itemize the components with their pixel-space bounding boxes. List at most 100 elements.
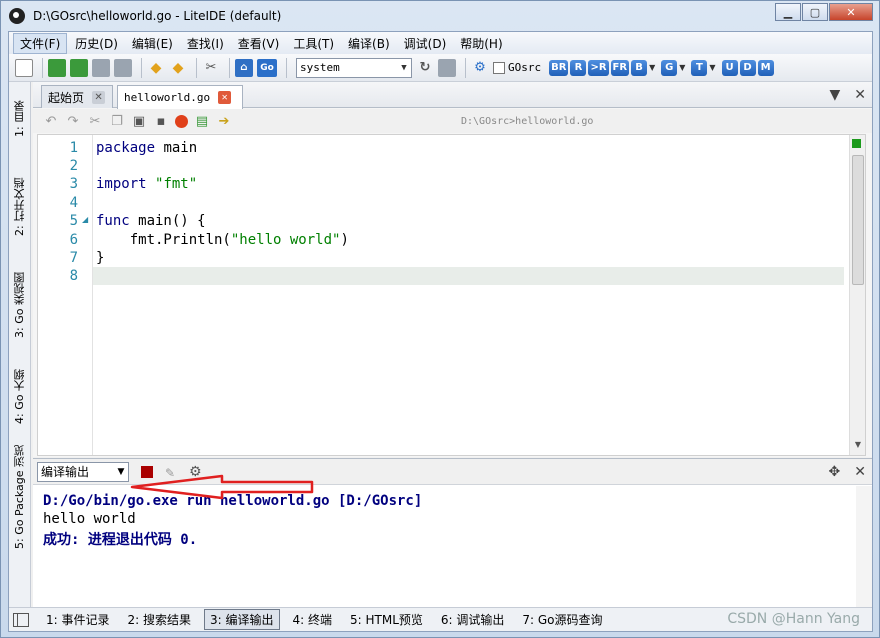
gosrc-checkbox[interactable] bbox=[493, 61, 505, 74]
editor-area: 起始页 ✕ helloworld.go ✕ ▼ ✕ ↶ ↷ ✂ ❐ ▣ ▪ ▤ … bbox=[33, 82, 872, 457]
close-icon[interactable]: ✕ bbox=[218, 91, 232, 104]
toolbar-separator bbox=[141, 57, 142, 78]
line-number-gutter: 1 2 3 4 5 ◢ 6 7 8 bbox=[38, 135, 93, 455]
main-client-area: 文件(F) 历史(D) 编辑(E) 查找(I) 查看(V) 工具(T) 编译(B… bbox=[8, 31, 873, 632]
line-number: 7 bbox=[69, 250, 78, 266]
copy-icon[interactable]: ❐ bbox=[109, 113, 125, 129]
dock-tab-directory[interactable]: 1: 目录 bbox=[9, 84, 31, 154]
update-button[interactable]: U bbox=[721, 59, 738, 76]
open-folder-icon[interactable] bbox=[70, 58, 88, 77]
refresh-env-icon[interactable]: ↻ bbox=[416, 59, 434, 77]
menu-view[interactable]: 查看(V) bbox=[232, 34, 286, 53]
scrollbar-thumb[interactable] bbox=[852, 155, 864, 285]
title-bar[interactable]: D:\GOsrc\helloworld.go - LiteIDE (defaul… bbox=[1, 1, 879, 31]
tab-event-log[interactable]: 1: 事件记录 bbox=[41, 610, 115, 629]
run-terminal-button[interactable]: >R bbox=[588, 59, 609, 76]
build-run-button[interactable]: BR bbox=[549, 59, 569, 76]
menu-file[interactable]: 文件(F) bbox=[13, 32, 68, 54]
open-file-icon[interactable] bbox=[48, 58, 66, 77]
save-icon[interactable] bbox=[92, 58, 110, 77]
gear-icon[interactable]: ⚙ bbox=[471, 59, 489, 77]
tab-terminal[interactable]: 4: 终端 bbox=[288, 610, 338, 629]
tab-start-page[interactable]: 起始页 ✕ bbox=[41, 85, 113, 108]
dock-tab-class-view[interactable]: 3: Go 类视图 bbox=[9, 260, 31, 350]
test-button[interactable]: T bbox=[691, 59, 708, 76]
forward-arrow-icon[interactable]: ◆ bbox=[169, 59, 187, 77]
tab-helloworld[interactable]: helloworld.go ✕ bbox=[117, 85, 243, 109]
output-vertical-scrollbar[interactable] bbox=[856, 486, 872, 607]
redo-icon[interactable]: ↷ bbox=[65, 113, 81, 129]
record-icon[interactable] bbox=[175, 114, 188, 128]
close-icon[interactable]: ✕ bbox=[92, 90, 106, 104]
get-dropdown-icon[interactable]: ▼ bbox=[679, 63, 685, 72]
line-number: 3 bbox=[69, 176, 78, 192]
menu-help[interactable]: 帮助(H) bbox=[454, 34, 508, 53]
scroll-down-icon[interactable]: ▼ bbox=[850, 440, 866, 449]
menu-debug[interactable]: 调试(D) bbox=[398, 34, 453, 53]
dock-tab-package-browser[interactable]: 5: Go Package 浏览 bbox=[9, 438, 31, 556]
tab-html-preview[interactable]: 5: HTML预览 bbox=[345, 610, 428, 629]
menu-edit[interactable]: 编辑(E) bbox=[126, 34, 179, 53]
toggle-sidebar-icon[interactable] bbox=[13, 612, 29, 627]
get-button[interactable]: G bbox=[661, 59, 678, 76]
gear-icon[interactable]: ⚙ bbox=[189, 464, 202, 480]
watermark-text: CSDN @Hann Yang bbox=[727, 611, 860, 627]
window-title: D:\GOsrc\helloworld.go - LiteIDE (defaul… bbox=[33, 9, 282, 23]
tab-list-icon[interactable]: ▼ bbox=[829, 87, 840, 103]
home-icon[interactable]: ⌂ bbox=[235, 58, 253, 77]
go-button[interactable]: Go bbox=[257, 58, 277, 77]
test-dropdown-icon[interactable]: ▼ bbox=[709, 63, 715, 72]
stop-icon[interactable] bbox=[141, 465, 153, 478]
dock-tab-outline[interactable]: 4: Go 大纲 bbox=[9, 358, 31, 436]
clear-output-icon[interactable]: ✎ bbox=[165, 466, 177, 480]
run-button[interactable]: R bbox=[570, 59, 587, 76]
toolbar-separator bbox=[286, 57, 287, 78]
code-line-1: package main bbox=[96, 139, 197, 157]
build-button[interactable]: B bbox=[631, 59, 648, 76]
close-all-icon[interactable]: ✕ bbox=[854, 87, 866, 103]
make-button[interactable]: M bbox=[757, 59, 774, 76]
tab-search-results[interactable]: 2: 搜索结果 bbox=[123, 610, 197, 629]
fold-marker-icon[interactable]: ◢ bbox=[82, 215, 88, 224]
paste-icon[interactable]: ▣ bbox=[131, 113, 147, 129]
edit-env-icon[interactable] bbox=[438, 58, 456, 77]
cut-icon[interactable]: ✂ bbox=[87, 113, 103, 129]
menu-history[interactable]: 历史(D) bbox=[69, 34, 124, 53]
menu-tools[interactable]: 工具(T) bbox=[287, 34, 340, 53]
tab-build-output[interactable]: 3: 编译输出 bbox=[204, 609, 280, 630]
float-panel-icon[interactable]: ✥ bbox=[829, 464, 841, 480]
tabbar-controls: ▼ ✕ bbox=[829, 87, 866, 103]
output-selector[interactable]: 编译输出 ▼ bbox=[37, 461, 129, 482]
goto-icon[interactable]: ➔ bbox=[216, 113, 232, 129]
editor-vertical-scrollbar[interactable]: ▼ bbox=[849, 135, 865, 455]
chevron-down-icon: ▼ bbox=[117, 466, 125, 477]
build-dropdown-icon[interactable]: ▼ bbox=[649, 63, 655, 72]
environment-select[interactable]: system ▼ bbox=[296, 57, 412, 78]
code-editor[interactable]: 1 2 3 4 5 ◢ 6 7 8 package main import "f… bbox=[37, 134, 866, 456]
line-number: 5 bbox=[69, 213, 78, 229]
maximize-button[interactable]: ▢ bbox=[802, 3, 828, 21]
new-file-icon[interactable] bbox=[15, 58, 33, 77]
save-all-icon[interactable] bbox=[114, 58, 132, 77]
lock-icon[interactable]: ▪ bbox=[153, 113, 169, 129]
menu-build[interactable]: 编译(B) bbox=[342, 34, 396, 53]
keyword-token: import bbox=[96, 176, 147, 192]
code-line-6: fmt.Println("hello world") bbox=[96, 231, 349, 249]
export-icon[interactable]: ▤ bbox=[194, 113, 210, 129]
tab-label: helloworld.go bbox=[124, 91, 211, 104]
gosrc-label: GOsrc bbox=[508, 61, 542, 74]
tools-icon[interactable]: ✂ bbox=[202, 59, 220, 77]
undo-icon[interactable]: ↶ bbox=[43, 113, 59, 129]
chevron-down-icon: ▼ bbox=[401, 62, 407, 73]
menu-find[interactable]: 查找(I) bbox=[181, 34, 230, 53]
tab-go-source-query[interactable]: 7: Go源码查询 bbox=[517, 610, 607, 629]
dock-tab-open-docs[interactable]: 2: 打开文档 bbox=[9, 162, 31, 252]
file-run-button[interactable]: FR bbox=[610, 59, 630, 76]
toolbar-separator bbox=[465, 57, 466, 78]
tab-debug-output[interactable]: 6: 调试输出 bbox=[436, 610, 510, 629]
back-arrow-icon[interactable]: ◆ bbox=[147, 59, 165, 77]
close-icon[interactable]: ✕ bbox=[854, 464, 866, 480]
debug-button[interactable]: D bbox=[739, 59, 756, 76]
minimize-button[interactable]: ▁ bbox=[775, 3, 801, 21]
close-button[interactable]: ✕ bbox=[829, 3, 873, 21]
